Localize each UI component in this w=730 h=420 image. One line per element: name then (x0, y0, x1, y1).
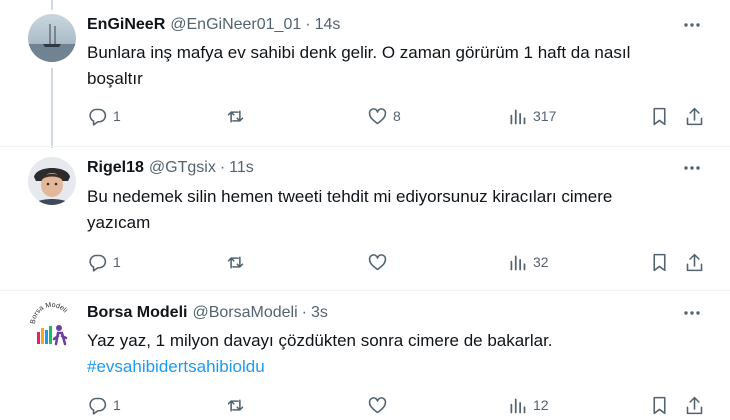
bookmark-icon (653, 396, 666, 414)
action-bar: 1 12 (0, 394, 730, 416)
share-button[interactable] (684, 394, 705, 416)
thread-line (51, 0, 53, 10)
timestamp[interactable]: 3s (311, 304, 328, 322)
share-button[interactable] (684, 251, 705, 273)
tweet-divider (0, 290, 730, 291)
tweet-header: Rigel18 @GTgsix · 11s (87, 157, 254, 179)
share-icon (686, 107, 703, 125)
separator-dot: · (219, 159, 226, 176)
retweet-button[interactable] (225, 105, 251, 127)
like-icon (368, 107, 387, 124)
hashtag-link[interactable]: #evsahibidertsahibioldu (87, 354, 697, 380)
tweet[interactable]: Rigel18 @GTgsix · 11s Bu nedemek silin h… (0, 157, 730, 277)
like-button[interactable] (367, 394, 393, 416)
retweet-icon (227, 109, 244, 123)
views-count: 317 (533, 108, 557, 124)
user-handle[interactable]: @EnGiNeer01_01 (170, 16, 301, 34)
views-count: 12 (533, 397, 549, 413)
tweet-divider (0, 146, 730, 147)
reply-icon (89, 397, 107, 415)
separator-dot: · (301, 304, 307, 321)
reply-icon (89, 254, 107, 272)
avatar[interactable] (28, 157, 76, 205)
tweet[interactable]: EnGiNeeR @EnGiNeer01_01 · 14s Bunlara in… (0, 14, 730, 134)
share-icon (686, 253, 703, 271)
display-name[interactable]: Borsa Modeli (87, 304, 187, 322)
views-count: 32 (533, 254, 549, 270)
like-icon (368, 253, 387, 270)
like-button[interactable]: 8 (367, 105, 401, 127)
like-button[interactable] (367, 251, 393, 273)
user-handle[interactable]: @GTgsix (149, 159, 216, 177)
tweet-text-line: yazıcam (87, 213, 151, 232)
reply-icon (89, 108, 107, 126)
tweet-text-line: Bu nedemek silin hemen tweeti tehdit mi … (87, 187, 613, 206)
like-icon (368, 396, 387, 413)
avatar[interactable]: Borsa Modeli (28, 302, 76, 350)
reply-button[interactable]: 1 (87, 251, 121, 273)
tweet-text: Yaz yaz, 1 milyon davayı çözdükten sonra… (87, 328, 697, 380)
retweet-icon (227, 398, 244, 412)
display-name[interactable]: Rigel18 (87, 159, 144, 177)
views-button[interactable]: 12 (507, 394, 549, 416)
share-icon (686, 396, 703, 414)
avatar[interactable] (28, 14, 76, 62)
bookmark-button[interactable] (649, 251, 670, 273)
timestamp[interactable]: 11s (229, 159, 254, 177)
views-button[interactable]: 317 (507, 105, 556, 127)
views-icon (510, 109, 526, 124)
bookmark-icon (653, 107, 666, 125)
views-button[interactable]: 32 (507, 251, 549, 273)
timestamp[interactable]: 14s (315, 16, 341, 34)
bookmark-button[interactable] (649, 105, 670, 127)
retweet-button[interactable] (225, 251, 251, 273)
tweet-header: Borsa Modeli @BorsaModeli · 3s (87, 302, 328, 324)
display-name[interactable]: EnGiNeeR (87, 16, 165, 34)
tweet-header: EnGiNeeR @EnGiNeer01_01 · 14s (87, 14, 340, 36)
action-bar: 1 32 (0, 251, 730, 273)
reply-button[interactable]: 1 (87, 105, 121, 127)
tweet-text: Bunlara inş mafya ev sahibi denk gelir. … (87, 40, 697, 92)
tweet[interactable]: Borsa Modeli Borsa Modeli @BorsaModeli ·… (0, 302, 730, 420)
separator-dot: · (305, 16, 311, 33)
tweet-text: Bu nedemek silin hemen tweeti tehdit mi … (87, 184, 697, 236)
views-icon (510, 255, 526, 270)
bookmark-button[interactable] (649, 394, 670, 416)
retweet-button[interactable] (225, 394, 251, 416)
reply-count: 1 (113, 108, 121, 124)
more-icon[interactable] (682, 159, 702, 177)
bookmark-icon (653, 253, 666, 271)
like-count: 8 (393, 108, 401, 124)
views-icon (510, 398, 526, 413)
more-icon[interactable] (682, 304, 702, 322)
more-icon[interactable] (682, 16, 702, 34)
retweet-icon (227, 255, 244, 269)
reply-button[interactable]: 1 (87, 394, 121, 416)
tweet-text-line: boşaltır (87, 69, 143, 88)
action-bar: 1 8 317 (0, 105, 730, 127)
share-button[interactable] (684, 105, 705, 127)
user-handle[interactable]: @BorsaModeli (192, 304, 297, 322)
tweet-text-line: Bunlara inş mafya ev sahibi denk gelir. … (87, 43, 631, 62)
reply-count: 1 (113, 254, 121, 270)
tweet-text-line: Yaz yaz, 1 milyon davayı çözdükten sonra… (87, 331, 553, 350)
reply-count: 1 (113, 397, 121, 413)
